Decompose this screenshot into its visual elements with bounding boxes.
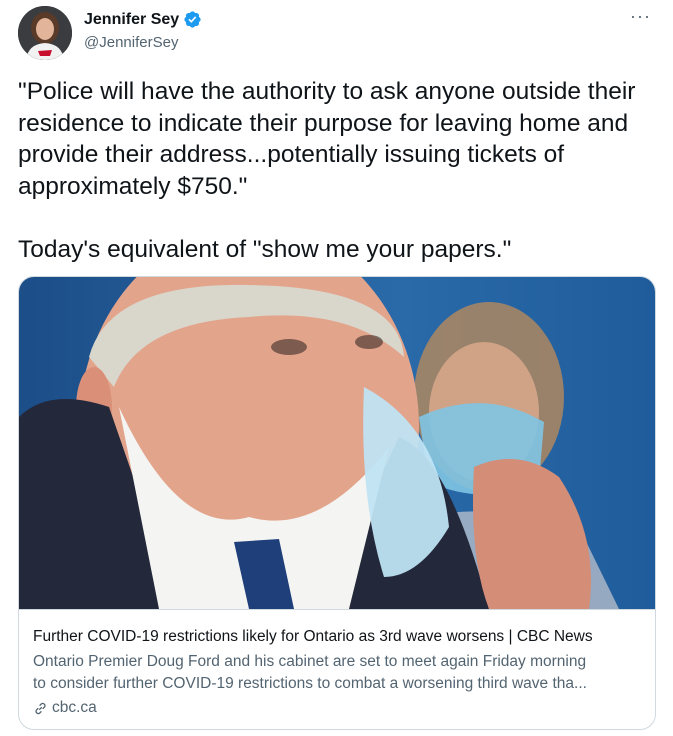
author-handle[interactable]: @JenniferSey	[84, 34, 178, 51]
card-domain[interactable]: cbc.ca	[33, 697, 643, 719]
tweet-text: "Police will have the authority to ask a…	[18, 78, 636, 263]
card-domain-text: cbc.ca	[52, 699, 97, 716]
card-info: Further COVID-19 restrictions likely for…	[33, 627, 643, 719]
card-description-line-2: to consider further COVID-19 restriction…	[33, 675, 587, 692]
author-name-row: Jennifer Sey	[84, 10, 202, 29]
card-title[interactable]: Further COVID-19 restrictions likely for…	[33, 627, 643, 647]
more-options-icon[interactable]: ···	[630, 6, 651, 27]
card-description-line-1: Ontario Premier Doug Ford and his cabine…	[33, 653, 587, 670]
author-display-name[interactable]: Jennifer Sey	[84, 11, 179, 29]
verified-badge-icon	[184, 11, 201, 28]
link-icon	[35, 702, 46, 714]
card-image	[19, 277, 655, 610]
link-preview-card[interactable]: Further COVID-19 restrictions likely for…	[18, 276, 656, 730]
avatar[interactable]	[18, 6, 72, 60]
card-description: Ontario Premier Doug Ford and his cabine…	[33, 651, 643, 695]
